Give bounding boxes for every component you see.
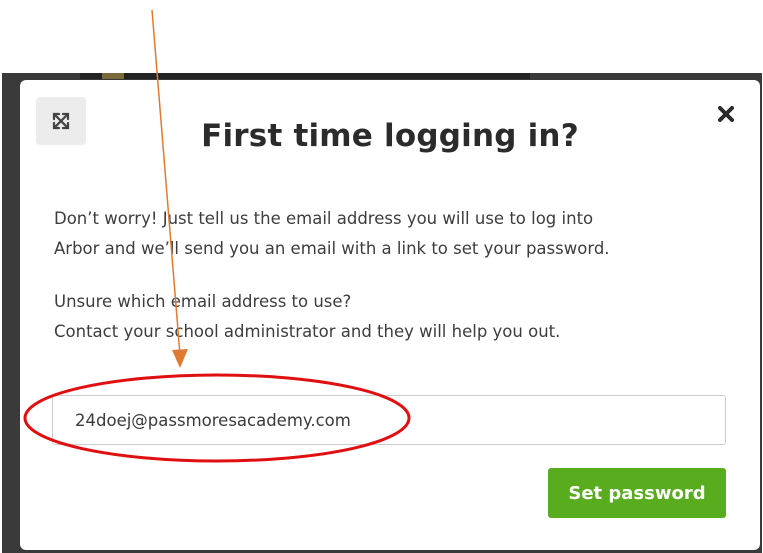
modal-title: First time logging in? bbox=[201, 118, 579, 154]
background-app-thumbnail bbox=[102, 73, 124, 79]
intro-text-line-2: Arbor and we’ll send you an email with a… bbox=[54, 239, 610, 258]
help-text-line-1: Unsure which email address to use? bbox=[54, 292, 352, 311]
intro-text-line-1: Don’t worry! Just tell us the email addr… bbox=[54, 209, 594, 228]
help-text: Unsure which email address to use? Conta… bbox=[54, 287, 734, 347]
page: First time logging in? Don’t worry! Just… bbox=[0, 0, 763, 553]
help-text-line-2: Contact your school administrator and th… bbox=[54, 322, 561, 341]
first-login-modal: First time logging in? Don’t worry! Just… bbox=[20, 80, 760, 550]
set-password-button[interactable]: Set password bbox=[548, 468, 726, 518]
email-field[interactable] bbox=[52, 395, 726, 445]
intro-text: Don’t worry! Just tell us the email addr… bbox=[54, 204, 734, 264]
background-app-strip bbox=[80, 73, 530, 79]
